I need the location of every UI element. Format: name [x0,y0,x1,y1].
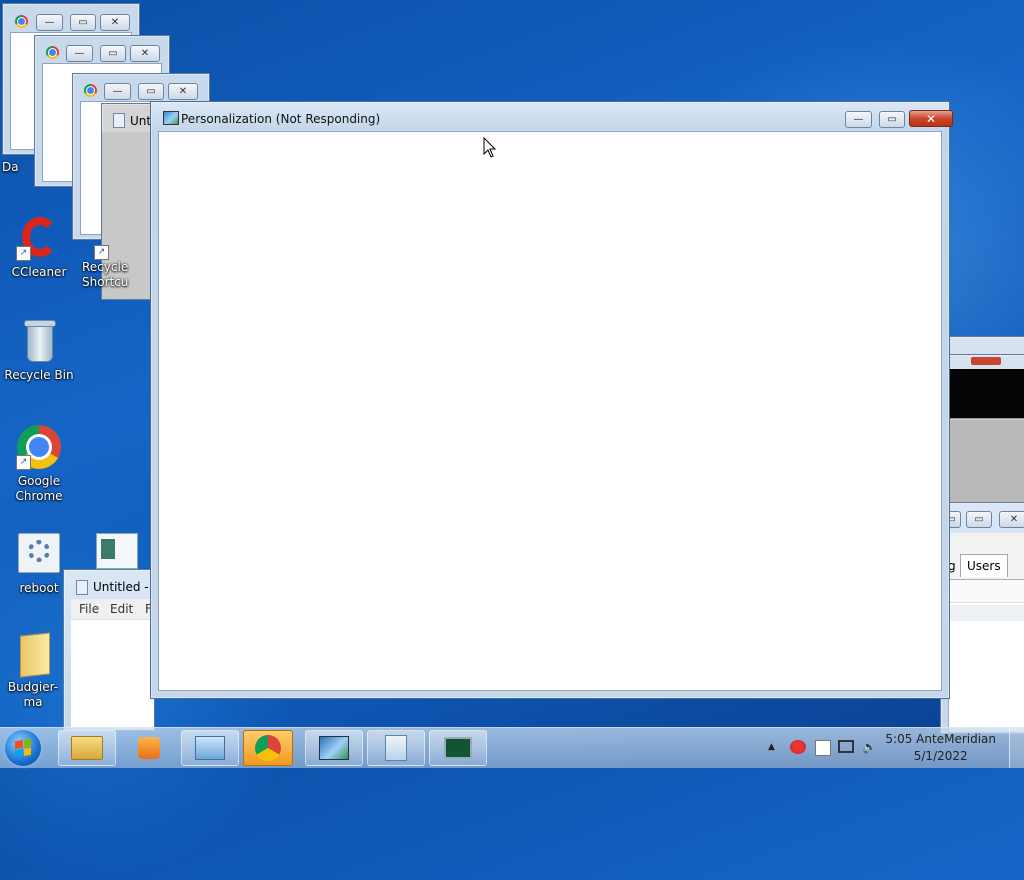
close-icon: ✕ [925,111,937,126]
background-window-right-gray[interactable] [940,418,1024,510]
background-window-right-dark[interactable] [940,354,1024,421]
shortcut-arrow-icon: ↗ [94,245,109,260]
dark-panel [941,369,1024,420]
users-list-header [949,580,1024,603]
maximize-button[interactable]: ▭ [70,14,96,31]
chrome-icon [255,735,281,761]
desktop-icon-ccleaner[interactable]: ↗ CCleaner [2,215,76,280]
window-title: Personalization (Not Responding) [181,112,381,126]
taskbar-personalization[interactable] [305,730,363,766]
network-icon[interactable] [838,740,854,753]
desktop-icon-label: reboot [19,581,59,595]
personalization-icon [163,111,179,125]
close-button[interactable] [971,357,1001,365]
desktop-icon-label: Recycle Shortcu [82,260,129,289]
media-player-icon [138,737,160,759]
clock-time: 5:05 AnteMeridian [885,732,996,746]
show-hidden-icons-button[interactable]: ▲ [768,742,775,752]
control-panel-icon [195,736,225,760]
settings-gear-icon [16,531,62,577]
ccleaner-tray-icon[interactable] [790,740,806,754]
taskbar-task-manager[interactable] [429,730,487,766]
notepad-icon [76,580,88,595]
minimize-button[interactable]: — [104,83,131,100]
recycle-bin-icon [16,318,62,364]
close-button[interactable]: ✕ [168,83,198,100]
desktop-icon-recycle-bin[interactable]: Recycle Bin [2,318,76,383]
windows-logo-icon [15,738,31,758]
desktop-icon-budgier-folder[interactable]: Budgier-ma [0,630,66,710]
desktop-icon-label: CCleaner [11,265,67,279]
close-button[interactable]: ✕ [100,14,130,31]
table-row[interactable] [949,605,1024,621]
tab-users[interactable]: Users [960,554,1008,577]
notepad-icon [385,735,407,761]
notepad-text-area[interactable] [71,620,154,730]
personalization-icon [319,736,349,760]
ccleaner-icon: ↗ [16,215,62,261]
notepad-window[interactable]: Untitled - File Edit F [63,569,155,731]
maximize-icon: ▭ [887,113,897,125]
clock[interactable]: 5:05 AnteMeridian 5/1/2022 [885,731,996,765]
chrome-icon [46,46,59,59]
desktop-icon-label: Budgier-ma [7,680,59,709]
notepad-icon [113,113,125,128]
chrome-icon [15,15,28,28]
shortcut-arrow-icon: ↗ [16,246,31,261]
recycle-bin-shortcut-icon: ↗ [78,232,124,260]
maximize-button[interactable]: ▭ [966,511,992,528]
desktop-icon-label: Recycle Bin [4,368,74,382]
notepad-menubar: File Edit F [71,599,154,619]
minimize-button[interactable]: — [845,111,872,128]
task-manager-icon [444,737,472,759]
minimize-button[interactable]: — [36,14,63,31]
maximize-button[interactable]: ▭ [879,111,905,128]
personalization-window[interactable]: Personalization (Not Responding) — ▭ ✕ [150,101,953,699]
taskbar-notepad[interactable] [367,730,425,766]
shortcut-arrow-icon: ↗ [16,455,31,470]
close-button[interactable]: ✕ [999,511,1024,528]
desktop-icon-google-chrome[interactable]: ↗ Google Chrome [2,424,76,504]
chrome-icon: ↗ [16,424,62,470]
mouse-cursor-icon [483,137,497,158]
notepad-title-partial: Unt [130,114,152,128]
minimize-button[interactable]: — [66,45,93,62]
desktop-icon-da[interactable]: Da [2,160,32,175]
maximize-button[interactable]: ▭ [100,45,126,62]
folder-icon [10,630,56,678]
clock-date: 5/1/2022 [913,749,968,763]
close-button[interactable]: ✕ [130,45,160,62]
desktop-icon-label: Google Chrome [15,474,63,503]
chrome-icon [84,84,97,97]
taskbar-explorer[interactable] [58,730,116,766]
volume-icon[interactable]: 🔈 [862,740,877,754]
minimize-icon: — [853,113,864,125]
desktop-icon-recycle-bin-shortcut[interactable]: ↗ Recycle Shortcu [78,232,148,290]
taskbar-media-player[interactable] [120,730,178,766]
menu-file[interactable]: File [79,602,99,616]
menu-edit[interactable]: Edit [110,602,133,616]
action-center-flag-icon[interactable] [815,740,831,756]
taskbar-chrome[interactable] [243,730,293,766]
taskbar-control-panel[interactable] [181,730,239,766]
folder-icon [71,736,103,760]
desktop-icon-label: Da [2,160,19,174]
maximize-button[interactable]: ▭ [138,83,164,100]
task-manager-body: g Users [948,533,1024,733]
taskbar: ▲ 🔈 5:05 AnteMeridian 5/1/2022 [0,727,1024,768]
show-desktop-button[interactable] [1009,728,1024,768]
close-button[interactable]: ✕ [909,110,953,127]
task-manager-window[interactable]: ▭ ▭ ✕ g Users [940,502,1024,734]
start-button[interactable] [5,730,41,766]
notepad-title: Untitled - [93,580,149,594]
users-list [948,579,1024,733]
window-content-blank [158,131,942,691]
